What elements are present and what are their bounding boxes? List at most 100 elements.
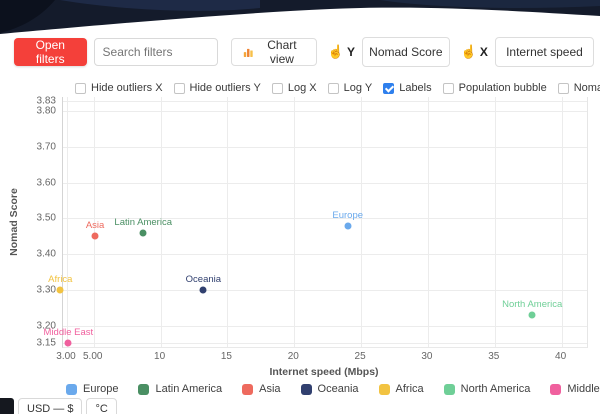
- point-label-africa: Africa: [48, 273, 73, 285]
- legend-item-latin-america[interactable]: Latin America: [138, 383, 222, 395]
- currency-button[interactable]: USD — $: [18, 398, 83, 414]
- checkbox-label: Hide outliers X: [91, 82, 163, 94]
- legend-swatch: [443, 383, 455, 395]
- data-point-europe[interactable]: [344, 222, 352, 230]
- search-filters-input[interactable]: [93, 38, 218, 66]
- y-axis-letter: Y: [347, 45, 356, 59]
- checkbox-hide-outliers-y[interactable]: Hide outliers Y: [173, 82, 261, 94]
- gridline-vertical: [427, 97, 429, 347]
- gridline-vertical: [294, 97, 296, 347]
- gridline-vertical: [494, 97, 496, 347]
- checkbox-hide-outliers-x[interactable]: Hide outliers X: [75, 82, 163, 94]
- x-tick-label: 20: [287, 351, 299, 362]
- x-axis-picker-label: ☝ X: [461, 44, 488, 60]
- checkbox-unchecked-box[interactable]: [75, 82, 86, 94]
- legend-item-middle-east[interactable]: Middle East: [550, 383, 600, 395]
- y-tick-label: 3.60: [36, 177, 56, 189]
- checkbox-log-x[interactable]: Log X: [271, 82, 317, 94]
- x-axis-letter: X: [479, 45, 488, 59]
- legend-swatch: [550, 383, 562, 395]
- y-tick-label: 3.50: [36, 212, 56, 224]
- checkbox-unchecked-box[interactable]: [173, 82, 185, 94]
- chart-view-button[interactable]: Chart view: [230, 38, 317, 66]
- checkbox-label: Hide outliers Y: [189, 82, 261, 94]
- gridline-horizontal: [63, 100, 587, 102]
- legend-item-oceania[interactable]: Oceania: [300, 383, 359, 395]
- gridline-vertical: [67, 97, 68, 347]
- y-tick-label: 3.70: [36, 141, 56, 153]
- x-tick-label: 35: [488, 351, 500, 362]
- footer-bar: USD — $ °C: [0, 398, 117, 414]
- data-point-north-america[interactable]: [528, 311, 536, 319]
- x-tick-label: 15: [220, 351, 232, 362]
- scatter-chart: Nomad Score Europe Latin America Asia Ocean…: [0, 95, 600, 383]
- legend-item-europe[interactable]: Europe: [66, 383, 118, 395]
- chart-legend: Europe Latin America Asia Oceania Africa Nort…: [66, 383, 600, 395]
- y-tick-label: 3.30: [36, 284, 56, 296]
- gridline-horizontal: [63, 147, 587, 148]
- legend-item-asia[interactable]: Asia: [242, 383, 281, 395]
- checkbox-labels[interactable]: Labels: [383, 82, 432, 94]
- gridline-vertical: [227, 97, 229, 347]
- point-label-asia: Asia: [85, 220, 105, 232]
- open-filters-button[interactable]: Open filters: [14, 38, 87, 66]
- checkbox-log-y[interactable]: Log Y: [327, 82, 373, 94]
- y-axis-select-value: Nomad Score: [369, 45, 443, 59]
- data-point-africa[interactable]: [56, 286, 64, 294]
- checkbox-unchecked-box[interactable]: [557, 82, 569, 94]
- gridline-horizontal: [63, 182, 587, 184]
- point-label-oceania: Oceania: [185, 273, 222, 285]
- checkbox-label: Log X: [287, 82, 317, 94]
- legend-swatch: [378, 383, 390, 395]
- point-label-europe: Europe: [332, 209, 364, 221]
- legend-swatch: [66, 383, 77, 395]
- y-tick-label: 3.80: [36, 105, 56, 117]
- x-axis-select[interactable]: Internet speed: [494, 37, 594, 67]
- gridline-horizontal: [63, 111, 587, 113]
- gridline-horizontal: [63, 289, 587, 291]
- legend-item-africa[interactable]: Africa: [378, 383, 424, 395]
- legend-swatch: [242, 383, 254, 395]
- gridline-horizontal: [63, 325, 587, 327]
- data-point-middle-east[interactable]: [64, 339, 72, 347]
- y-axis-select[interactable]: Nomad Score: [362, 37, 450, 67]
- checkbox-row: Hide outliers X Hide outliers Y Log X Log Y…: [75, 82, 600, 94]
- temperature-unit-button[interactable]: °C: [86, 398, 117, 414]
- legend-label: Oceania: [317, 383, 359, 395]
- pointing-up-icon: ☝: [327, 44, 345, 59]
- checkbox-unchecked-box[interactable]: [442, 82, 454, 94]
- legend-label: Asia: [259, 383, 281, 395]
- legend-label: North America: [460, 383, 531, 395]
- gridline-horizontal: [63, 343, 587, 345]
- legend-label: Latin America: [155, 383, 223, 395]
- legend-item-north-america[interactable]: North America: [443, 383, 531, 395]
- data-point-asia[interactable]: [91, 232, 99, 240]
- check-mark-icon: [385, 82, 395, 93]
- checkbox-label: Nomad Score bubble: [573, 82, 600, 94]
- data-point-latin-america[interactable]: [139, 229, 147, 237]
- chart-view-label: Chart view: [267, 38, 297, 66]
- checkbox-nomad-score-bubble[interactable]: Nomad Score bubble: [557, 82, 600, 94]
- legend-swatch: [138, 383, 150, 395]
- footer-dark-icon[interactable]: [0, 398, 14, 414]
- header-banner-image: [0, 0, 600, 34]
- x-tick-label: 25: [354, 351, 366, 362]
- data-point-oceania[interactable]: [199, 286, 207, 294]
- x-tick-label: 30: [421, 351, 433, 362]
- checkbox-label: Population bubble: [458, 82, 547, 94]
- legend-label: Africa: [395, 383, 424, 395]
- x-tick-label: 5.00: [83, 351, 103, 362]
- checkbox-unchecked-box[interactable]: [327, 82, 339, 94]
- checkbox-unchecked-box[interactable]: [271, 82, 283, 94]
- y-tick-label: 3.40: [36, 248, 56, 260]
- checkbox-label: Log Y: [343, 82, 373, 94]
- plot-area: Europe Latin America Asia Oceania Africa Nort…: [44, 97, 588, 348]
- checkbox-checked-icon[interactable]: [383, 82, 395, 94]
- legend-label: Europe: [83, 383, 119, 395]
- gridline-horizontal: [63, 254, 587, 256]
- checkbox-population-bubble[interactable]: Population bubble: [442, 82, 547, 94]
- checkbox-label: Labels: [399, 82, 432, 94]
- gridline-vertical: [361, 97, 363, 347]
- y-tick-label: 3.83: [36, 95, 56, 107]
- x-tick-label: 3.00: [56, 351, 76, 362]
